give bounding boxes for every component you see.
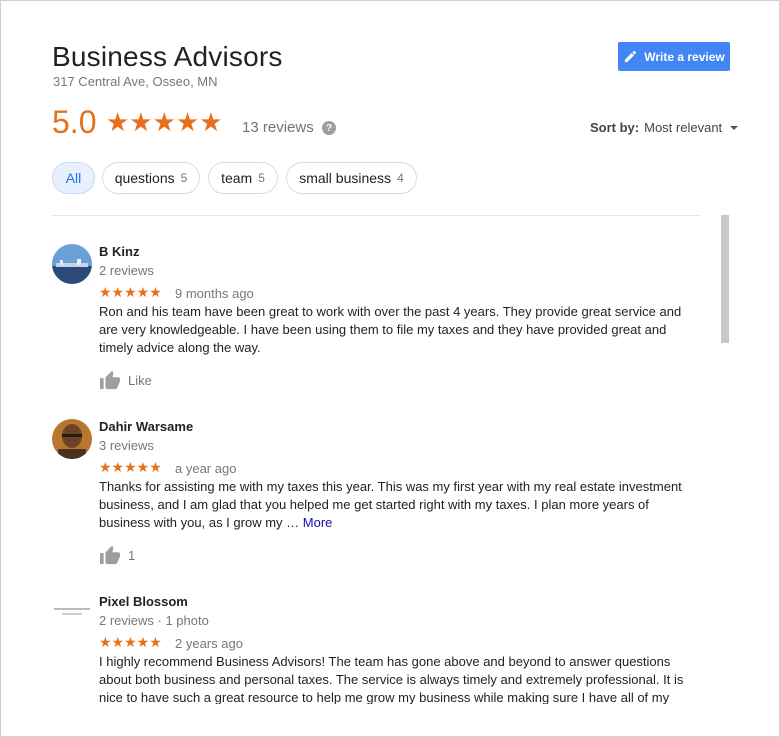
review-body: I highly recommend Business Advisors! Th… bbox=[99, 654, 684, 704]
thumbs-up-icon bbox=[100, 370, 120, 390]
divider bbox=[52, 215, 701, 216]
more-link[interactable]: More bbox=[303, 515, 333, 530]
filter-chip-all[interactable]: All bbox=[52, 162, 95, 194]
chip-label: questions bbox=[114, 170, 175, 186]
review-item: Pixel Blossom 2 reviews · 1 photo ★★★★★ … bbox=[52, 594, 692, 704]
overall-rating: 5.0 bbox=[52, 104, 97, 140]
reviewer-meta: 3 reviews bbox=[99, 438, 154, 453]
filter-chip-questions[interactable]: questions 5 bbox=[102, 162, 200, 194]
chip-count: 5 bbox=[258, 171, 265, 185]
avatar[interactable] bbox=[52, 419, 92, 459]
like-label: Like bbox=[128, 372, 152, 388]
like-button[interactable]: Like bbox=[99, 370, 152, 390]
caret-down-icon bbox=[730, 125, 739, 130]
pencil-icon bbox=[625, 50, 637, 63]
review-time: a year ago bbox=[175, 461, 237, 476]
review-item: Dahir Warsame 3 reviews ★★★★★ a year ago… bbox=[52, 419, 692, 569]
review-stars: ★★★★★ bbox=[99, 459, 162, 475]
reviewer-meta: 2 reviews bbox=[99, 263, 154, 278]
filter-chip-small-business[interactable]: small business 4 bbox=[286, 162, 417, 194]
chip-label: small business bbox=[299, 170, 392, 186]
like-button[interactable]: 1 bbox=[99, 545, 135, 565]
review-text: Thanks for assisting me with my taxes th… bbox=[99, 478, 699, 532]
business-name: Business Advisors bbox=[52, 41, 283, 72]
sort-value: Most relevant bbox=[644, 120, 723, 135]
review-item: B Kinz 2 reviews ★★★★★ 9 months ago Ron … bbox=[52, 244, 692, 394]
review-stars: ★★★★★ bbox=[99, 634, 162, 650]
review-text: I highly recommend Business Advisors! Th… bbox=[99, 653, 692, 704]
review-count[interactable]: 13 reviews bbox=[242, 119, 314, 136]
review-text: Ron and his team have been great to work… bbox=[99, 303, 699, 357]
reviewer-name[interactable]: Dahir Warsame bbox=[99, 419, 193, 434]
like-count: 1 bbox=[128, 547, 136, 563]
sort-dropdown[interactable]: Sort by: Most relevant bbox=[590, 120, 739, 135]
avatar[interactable] bbox=[52, 244, 92, 284]
review-stars: ★★★★★ bbox=[99, 284, 162, 300]
overall-stars: ★★★★★ bbox=[106, 107, 223, 137]
help-icon[interactable]: ? bbox=[322, 121, 336, 135]
avatar[interactable] bbox=[52, 594, 92, 634]
thumbs-up-icon bbox=[100, 545, 120, 565]
filter-chip-team[interactable]: team 5 bbox=[208, 162, 278, 194]
review-time: 2 years ago bbox=[175, 636, 243, 651]
scrollbar-thumb[interactable] bbox=[721, 215, 729, 343]
reviewer-name[interactable]: B Kinz bbox=[99, 244, 139, 259]
chip-label: All bbox=[65, 170, 82, 186]
chip-count: 4 bbox=[397, 171, 404, 185]
sort-label: Sort by: bbox=[590, 120, 640, 135]
review-time: 9 months ago bbox=[175, 286, 254, 301]
chip-count: 5 bbox=[180, 171, 188, 185]
reviewer-meta: 2 reviews · 1 photo bbox=[99, 613, 209, 628]
write-review-button[interactable]: Write a review bbox=[618, 42, 730, 71]
reviews-panel: Business Advisors 317 Central Ave, Osseo… bbox=[0, 0, 780, 737]
avatar-photo-icon bbox=[52, 244, 92, 284]
chip-label: team bbox=[221, 170, 253, 186]
pixel-blossom-logo-icon bbox=[52, 594, 92, 634]
review-body: Thanks for assisting me with my taxes th… bbox=[99, 479, 682, 530]
reviewer-name[interactable]: Pixel Blossom bbox=[99, 594, 188, 609]
avatar-photo-icon bbox=[52, 419, 92, 459]
write-review-label: Write a review bbox=[644, 49, 725, 64]
review-body: Ron and his team have been great to work… bbox=[99, 304, 682, 355]
business-address: 317 Central Ave, Osseo, MN bbox=[53, 74, 218, 89]
